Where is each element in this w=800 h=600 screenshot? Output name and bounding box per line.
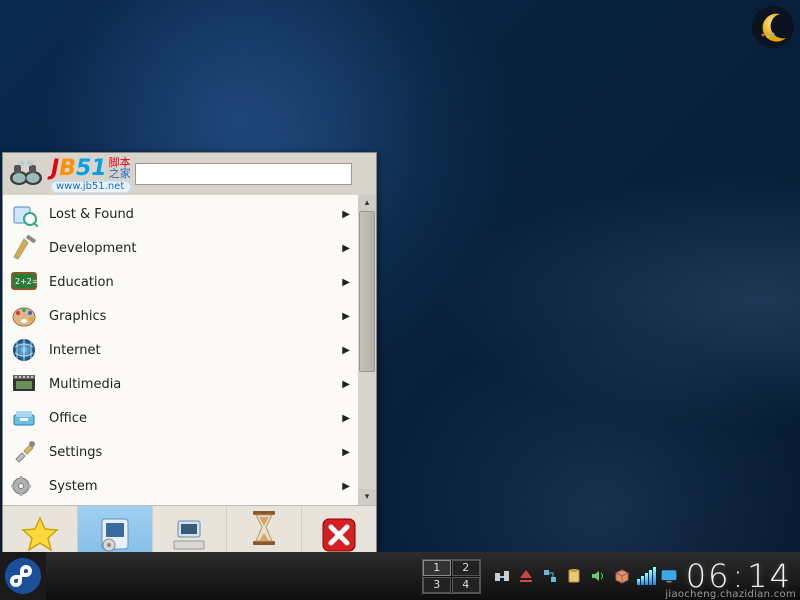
start-menu: JB51 脚本之家 www.jb51.net Lost & Found ▶ xyxy=(2,152,377,552)
display-tray-icon[interactable] xyxy=(660,567,678,585)
category-settings[interactable]: Settings ▶ xyxy=(3,435,358,469)
chevron-right-icon: ▶ xyxy=(342,345,350,356)
scroll-thumb[interactable] xyxy=(359,211,375,372)
lost-found-icon xyxy=(9,200,39,228)
star-icon xyxy=(17,513,63,557)
category-education[interactable]: 2+2=4 Education ▶ xyxy=(3,265,358,299)
connection-icon[interactable] xyxy=(493,567,511,585)
education-icon: 2+2=4 xyxy=(9,268,39,296)
hourglass-icon xyxy=(241,506,287,550)
computer-icon xyxy=(166,513,212,557)
chevron-right-icon: ▶ xyxy=(342,379,350,390)
pager-desktop-1[interactable]: 1 xyxy=(423,560,451,576)
applications-icon xyxy=(92,513,138,557)
volume-icon[interactable] xyxy=(589,567,607,585)
desktop-pager[interactable]: 1 2 3 4 xyxy=(422,559,481,594)
category-label: Office xyxy=(49,411,332,426)
binoculars-icon xyxy=(7,158,45,190)
fedora-start-button[interactable] xyxy=(0,552,46,600)
chevron-right-icon: ▶ xyxy=(342,311,350,322)
category-list: Lost & Found ▶ Development ▶ 2+2=4 Educa… xyxy=(3,195,358,505)
category-label: Development xyxy=(49,241,332,256)
graphics-icon xyxy=(9,302,39,330)
package-icon[interactable] xyxy=(613,567,631,585)
category-scrollbar[interactable]: ▴ ▾ xyxy=(358,195,376,505)
settings-icon xyxy=(9,438,39,466)
day-night-widget[interactable] xyxy=(750,4,796,50)
pager-desktop-3[interactable]: 3 xyxy=(423,577,451,593)
chevron-right-icon: ▶ xyxy=(342,209,350,220)
chevron-right-icon: ▶ xyxy=(342,481,350,492)
category-multimedia[interactable]: Multimedia ▶ xyxy=(3,367,358,401)
category-label: Internet xyxy=(49,343,332,358)
scroll-track[interactable] xyxy=(358,211,376,489)
network-icon[interactable] xyxy=(541,567,559,585)
category-office[interactable]: Office ▶ xyxy=(3,401,358,435)
development-icon xyxy=(9,234,39,262)
chevron-right-icon: ▶ xyxy=(342,243,350,254)
chevron-right-icon: ▶ xyxy=(342,277,350,288)
category-internet[interactable]: Internet ▶ xyxy=(3,333,358,367)
system-icon xyxy=(9,472,39,500)
category-development[interactable]: Development ▶ xyxy=(3,231,358,265)
taskbar-clock[interactable]: 06:14 xyxy=(682,557,800,595)
category-lost-and-found[interactable]: Lost & Found ▶ xyxy=(3,197,358,231)
scroll-up-button[interactable]: ▴ xyxy=(358,195,376,211)
category-label: Settings xyxy=(49,445,332,460)
clock-hours: 06 xyxy=(686,557,731,595)
svg-text:2+2=4: 2+2=4 xyxy=(15,277,38,286)
category-system[interactable]: System ▶ xyxy=(3,469,358,503)
start-menu-body: Lost & Found ▶ Development ▶ 2+2=4 Educa… xyxy=(3,195,376,505)
watermark-logo: JB51 脚本之家 www.jb51.net xyxy=(51,155,131,193)
internet-icon xyxy=(9,336,39,364)
office-icon xyxy=(9,404,39,432)
category-graphics[interactable]: Graphics ▶ xyxy=(3,299,358,333)
category-label: Multimedia xyxy=(49,377,332,392)
clipboard-icon[interactable] xyxy=(565,567,583,585)
category-label: Education xyxy=(49,275,332,290)
search-input[interactable] xyxy=(135,163,352,185)
eject-icon[interactable] xyxy=(517,567,535,585)
start-menu-header: JB51 脚本之家 www.jb51.net xyxy=(3,153,376,195)
pager-desktop-4[interactable]: 4 xyxy=(452,577,480,593)
chevron-right-icon: ▶ xyxy=(342,413,350,424)
category-label: Graphics xyxy=(49,309,332,324)
multimedia-icon xyxy=(9,370,39,398)
chevron-right-icon: ▶ xyxy=(342,447,350,458)
category-label: Lost & Found xyxy=(49,207,332,222)
volume-level-icon[interactable] xyxy=(637,567,656,585)
desktop-wallpaper: JB51 脚本之家 www.jb51.net Lost & Found ▶ xyxy=(0,0,800,600)
taskbar: 1 2 3 4 xyxy=(0,552,800,600)
system-tray xyxy=(487,567,637,585)
leave-icon xyxy=(316,513,362,557)
pager-desktop-2[interactable]: 2 xyxy=(452,560,480,576)
category-label: System xyxy=(49,479,332,494)
clock-minutes: 14 xyxy=(747,557,792,595)
scroll-down-button[interactable]: ▾ xyxy=(358,489,376,505)
